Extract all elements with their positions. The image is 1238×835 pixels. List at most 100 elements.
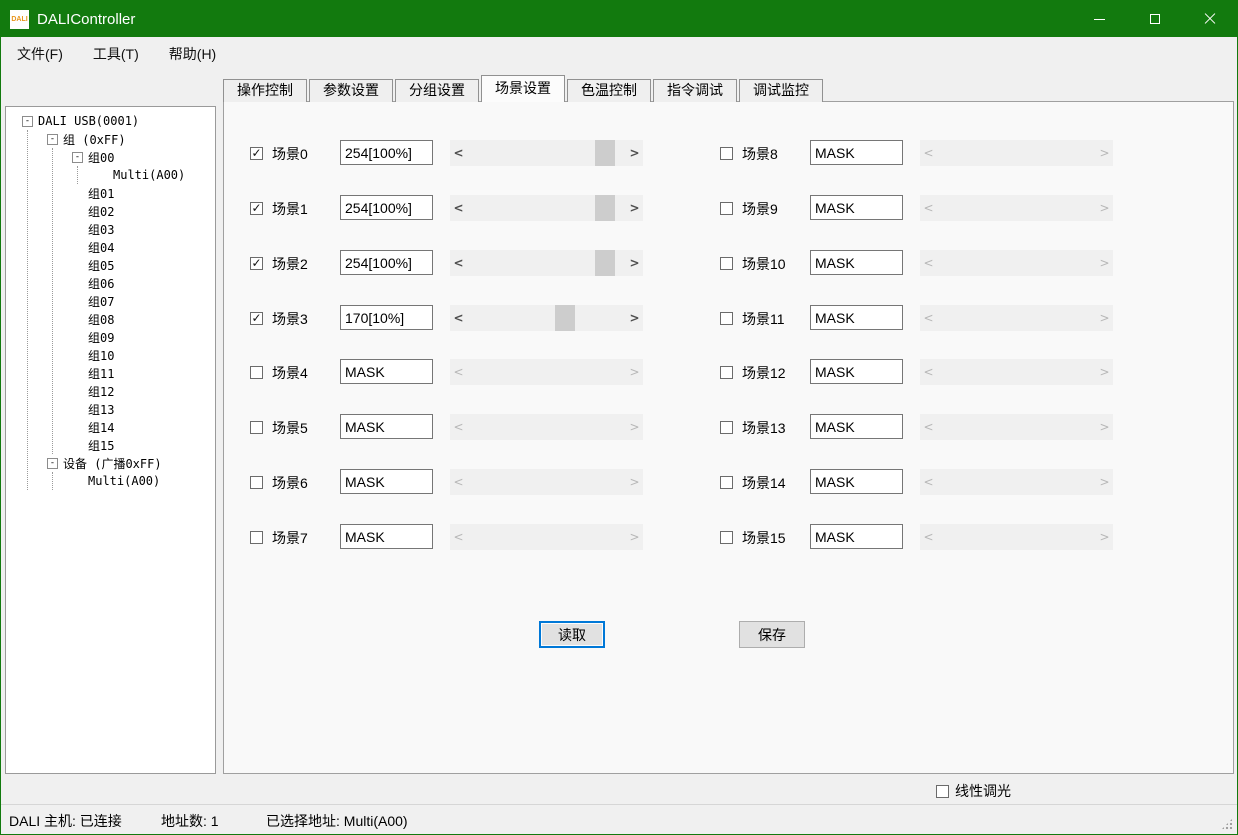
- slider-thumb[interactable]: [595, 195, 615, 221]
- slider-left-arrow-icon[interactable]: <: [920, 469, 937, 495]
- scene-value-input[interactable]: [810, 140, 903, 165]
- scene-checkbox[interactable]: ✓: [250, 257, 263, 270]
- scene-level-slider[interactable]: < >: [920, 359, 1113, 385]
- slider-right-arrow-icon[interactable]: >: [626, 469, 643, 495]
- slider-right-arrow-icon[interactable]: >: [1096, 195, 1113, 221]
- slider-left-arrow-icon[interactable]: <: [450, 469, 467, 495]
- slider-thumb[interactable]: [555, 305, 575, 331]
- tab[interactable]: 分组设置: [395, 79, 479, 102]
- slider-left-arrow-icon[interactable]: <: [450, 305, 467, 331]
- tree-node[interactable]: 组08: [56, 310, 215, 328]
- scene-checkbox[interactable]: [720, 421, 733, 434]
- slider-left-arrow-icon[interactable]: <: [450, 524, 467, 550]
- tree-node[interactable]: 组12: [56, 382, 215, 400]
- tree-node[interactable]: - DALI USB(0001): [6, 112, 215, 130]
- minimize-button[interactable]: [1072, 1, 1127, 37]
- tree-node[interactable]: - 组00: [56, 148, 215, 166]
- scene-checkbox[interactable]: [250, 421, 263, 434]
- slider-track[interactable]: [467, 305, 626, 331]
- tab[interactable]: 指令调试: [653, 79, 737, 102]
- slider-track[interactable]: [937, 250, 1096, 276]
- scene-value-input[interactable]: [810, 524, 903, 549]
- scene-checkbox[interactable]: [720, 147, 733, 160]
- scene-level-slider[interactable]: < >: [450, 524, 643, 550]
- slider-right-arrow-icon[interactable]: >: [1096, 250, 1113, 276]
- tree-node[interactable]: Multi(A00): [81, 166, 215, 184]
- scene-value-input[interactable]: [340, 359, 433, 384]
- scene-checkbox[interactable]: [250, 476, 263, 489]
- slider-left-arrow-icon[interactable]: <: [450, 250, 467, 276]
- slider-track[interactable]: [467, 195, 626, 221]
- tree-node[interactable]: 组15: [56, 436, 215, 454]
- scene-level-slider[interactable]: < >: [450, 359, 643, 385]
- slider-right-arrow-icon[interactable]: >: [1096, 469, 1113, 495]
- tree-node[interactable]: 组14: [56, 418, 215, 436]
- scene-value-input[interactable]: [810, 469, 903, 494]
- scene-checkbox[interactable]: ✓: [250, 147, 263, 160]
- tree-node[interactable]: 组06: [56, 274, 215, 292]
- slider-track[interactable]: [937, 414, 1096, 440]
- scene-level-slider[interactable]: < >: [920, 524, 1113, 550]
- scene-value-input[interactable]: [340, 414, 433, 439]
- scene-value-input[interactable]: [340, 305, 433, 330]
- tree-node[interactable]: 组05: [56, 256, 215, 274]
- slider-left-arrow-icon[interactable]: <: [920, 195, 937, 221]
- close-button[interactable]: [1182, 1, 1237, 37]
- slider-right-arrow-icon[interactable]: >: [1096, 140, 1113, 166]
- scene-level-slider[interactable]: < >: [450, 414, 643, 440]
- tree-node[interactable]: 组13: [56, 400, 215, 418]
- read-button[interactable]: 读取: [539, 621, 605, 648]
- scene-checkbox[interactable]: [250, 531, 263, 544]
- slider-thumb[interactable]: [595, 140, 615, 166]
- slider-track[interactable]: [467, 359, 626, 385]
- tree-node[interactable]: 组04: [56, 238, 215, 256]
- scene-checkbox[interactable]: [250, 366, 263, 379]
- slider-right-arrow-icon[interactable]: >: [626, 414, 643, 440]
- scene-level-slider[interactable]: < >: [920, 469, 1113, 495]
- tree-node[interactable]: 组11: [56, 364, 215, 382]
- slider-left-arrow-icon[interactable]: <: [920, 140, 937, 166]
- slider-track[interactable]: [937, 359, 1096, 385]
- slider-right-arrow-icon[interactable]: >: [626, 305, 643, 331]
- slider-left-arrow-icon[interactable]: <: [450, 140, 467, 166]
- scene-level-slider[interactable]: < >: [450, 250, 643, 276]
- slider-left-arrow-icon[interactable]: <: [450, 359, 467, 385]
- scene-value-input[interactable]: [810, 305, 903, 330]
- tree-expander-icon[interactable]: -: [22, 116, 33, 127]
- slider-right-arrow-icon[interactable]: >: [1096, 414, 1113, 440]
- tree-node[interactable]: 组10: [56, 346, 215, 364]
- scene-level-slider[interactable]: < >: [450, 140, 643, 166]
- slider-right-arrow-icon[interactable]: >: [626, 250, 643, 276]
- slider-left-arrow-icon[interactable]: <: [450, 414, 467, 440]
- tab[interactable]: 调试监控: [739, 79, 823, 102]
- menu-tools[interactable]: 工具(T): [79, 39, 153, 69]
- slider-thumb[interactable]: [595, 250, 615, 276]
- slider-right-arrow-icon[interactable]: >: [626, 524, 643, 550]
- scene-checkbox[interactable]: ✓: [250, 202, 263, 215]
- scene-value-input[interactable]: [340, 140, 433, 165]
- tree-expander-icon[interactable]: -: [47, 134, 58, 145]
- tab[interactable]: 场景设置: [481, 75, 565, 102]
- scene-value-input[interactable]: [340, 195, 433, 220]
- scene-value-input[interactable]: [810, 414, 903, 439]
- scene-checkbox[interactable]: [720, 312, 733, 325]
- tree-expander-icon[interactable]: -: [47, 458, 58, 469]
- scene-level-slider[interactable]: < >: [450, 305, 643, 331]
- tree-node[interactable]: 组07: [56, 292, 215, 310]
- scene-checkbox[interactable]: [720, 531, 733, 544]
- scene-value-input[interactable]: [810, 195, 903, 220]
- slider-right-arrow-icon[interactable]: >: [1096, 305, 1113, 331]
- scene-checkbox[interactable]: [720, 476, 733, 489]
- scene-level-slider[interactable]: < >: [450, 195, 643, 221]
- slider-left-arrow-icon[interactable]: <: [450, 195, 467, 221]
- tab[interactable]: 操作控制: [223, 79, 307, 102]
- slider-right-arrow-icon[interactable]: >: [1096, 359, 1113, 385]
- slider-right-arrow-icon[interactable]: >: [1096, 524, 1113, 550]
- scene-checkbox[interactable]: [720, 202, 733, 215]
- slider-track[interactable]: [467, 469, 626, 495]
- slider-track[interactable]: [467, 140, 626, 166]
- tab[interactable]: 参数设置: [309, 79, 393, 102]
- scene-checkbox[interactable]: [720, 366, 733, 379]
- tab[interactable]: 色温控制: [567, 79, 651, 102]
- scene-value-input[interactable]: [340, 469, 433, 494]
